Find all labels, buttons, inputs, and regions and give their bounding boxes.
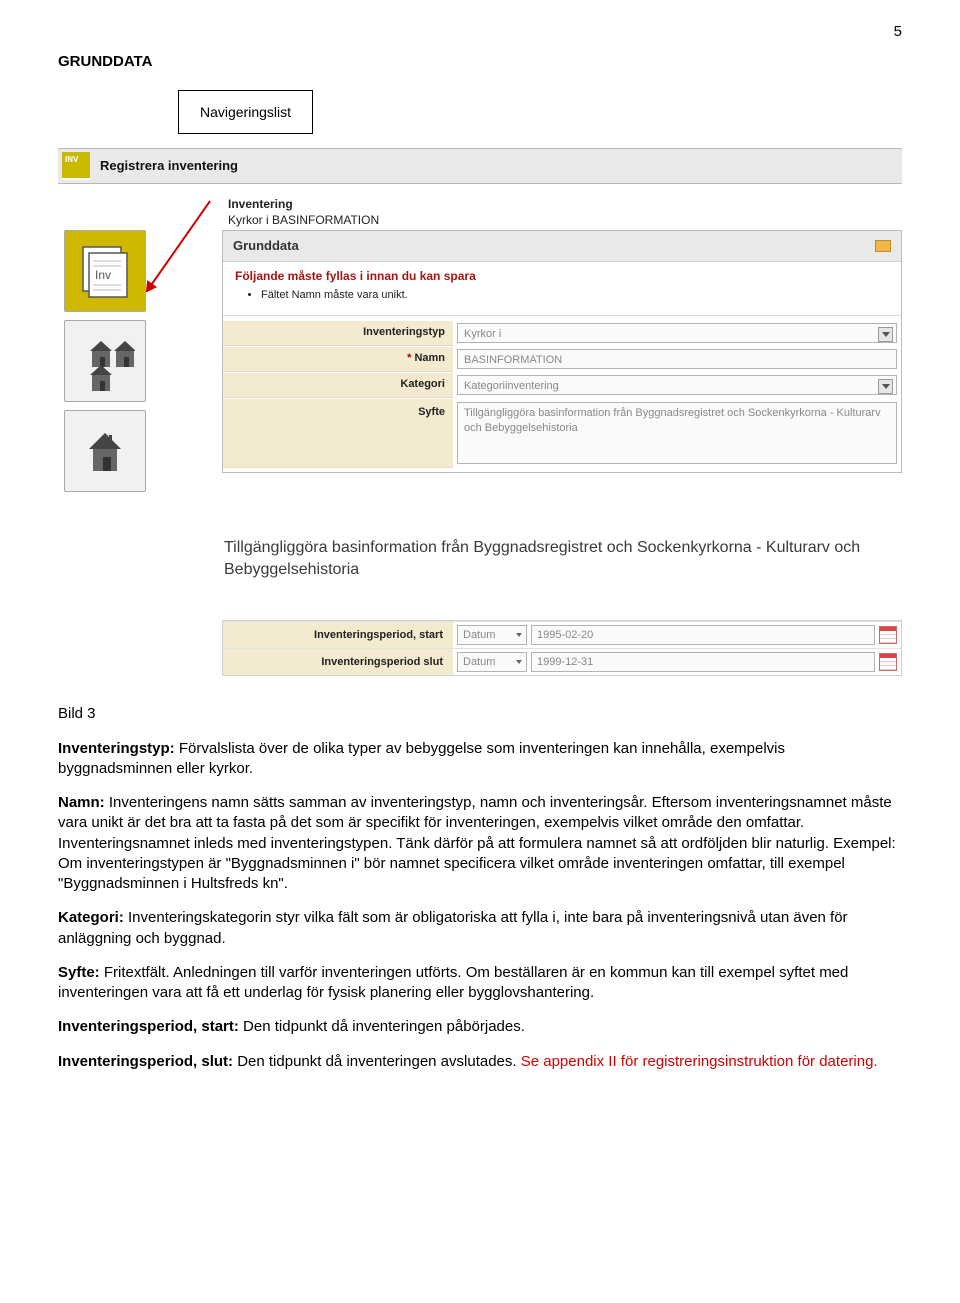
para-syfte: Syfte: Fritextfält. Anledningen till var…	[58, 963, 902, 1004]
text-slut: Den tidpunkt då inventeringen avslutades…	[233, 1053, 521, 1070]
input-slut-date[interactable]: 1999-12-31	[531, 652, 875, 672]
page-number: 5	[894, 22, 902, 42]
validation-warning-title: Följande måste fyllas i innan du kan spa…	[235, 268, 889, 284]
date-block: Inventeringsperiod, start Datum 1995-02-…	[222, 620, 902, 676]
caption-bild: Bild 3	[58, 704, 902, 724]
panel-heading-row: Grunddata	[223, 231, 901, 262]
svg-text:Inv: Inv	[95, 268, 111, 282]
panel-heading: Grunddata	[233, 237, 299, 255]
text-kategori: Inventeringskategorin styr vilka fält so…	[58, 909, 848, 946]
para-slut: Inventeringsperiod, slut: Den tidpunkt d…	[58, 1052, 902, 1072]
required-marker: *	[407, 351, 411, 366]
text-slut-red: Se appendix II för registreringsinstrukt…	[521, 1053, 878, 1070]
input-start-date[interactable]: 1995-02-20	[531, 625, 875, 645]
select-kategori[interactable]: Kategoriinventering	[457, 375, 897, 395]
lead-kategori: Kategori:	[58, 909, 124, 926]
body-text: Bild 3 Inventeringstyp: Förvalslista öve…	[58, 704, 902, 1072]
callout-arrow	[146, 201, 211, 292]
house-icon	[75, 421, 135, 481]
inv-badge-icon: INV	[62, 152, 90, 180]
select-inventeringstyp[interactable]: Kyrkor i	[457, 323, 897, 343]
window-titlebar: INV Registrera inventering	[58, 148, 902, 184]
sidebar-item-house-single[interactable]	[64, 410, 146, 492]
label-period-start: Inventeringsperiod, start	[223, 622, 453, 648]
sidebar-icon-rail: Inv	[64, 230, 146, 492]
section-title: GRUNDDATA	[58, 52, 902, 72]
label-namn: * Namn	[223, 346, 453, 372]
lead-start: Inventeringsperiod, start:	[58, 1018, 239, 1035]
label-period-slut: Inventeringsperiod slut	[223, 649, 453, 675]
label-syfte: Syfte	[223, 398, 453, 468]
text-namn: Inventeringens namn sätts samman av inve…	[58, 794, 896, 892]
collapse-button[interactable]	[875, 240, 891, 252]
inventering-subtitle: Kyrkor i BASINFORMATION	[228, 212, 379, 228]
label-kategori: Kategori	[223, 372, 453, 398]
input-namn[interactable]: BASINFORMATION	[457, 349, 897, 369]
document-stack-icon: Inv	[75, 241, 135, 301]
text-syfte: Fritextfält. Anledningen till varför inv…	[58, 964, 848, 1001]
sidebar-item-houses-multi[interactable]	[64, 320, 146, 402]
calendar-icon[interactable]	[879, 653, 897, 671]
para-namn: Namn: Inventeringens namn sätts samman a…	[58, 793, 902, 894]
select-start-mode[interactable]: Datum	[457, 625, 527, 645]
lead-namn: Namn:	[58, 794, 105, 811]
grunddata-panel: Grunddata Följande måste fyllas i innan …	[222, 230, 902, 473]
screenshot-region: Navigeringslist INV Registrera inventeri…	[58, 90, 902, 690]
para-kategori: Kategori: Inventeringskategorin styr vil…	[58, 908, 902, 949]
para-start: Inventeringsperiod, start: Den tidpunkt …	[58, 1017, 902, 1037]
syfte-zoom-text: Tillgängliggöra basinformation från Bygg…	[222, 530, 902, 584]
lead-slut: Inventeringsperiod, slut:	[58, 1053, 233, 1070]
sidebar-item-inventering[interactable]: Inv	[64, 230, 146, 312]
lead-inventeringstyp: Inventeringstyp:	[58, 740, 175, 757]
label-inventeringstyp: Inventeringstyp	[223, 320, 453, 346]
window-title: Registrera inventering	[100, 157, 238, 175]
inventering-heading: Inventering Kyrkor i BASINFORMATION	[228, 196, 379, 228]
text-start: Den tidpunkt då inventeringen påbörjades…	[239, 1018, 525, 1035]
lead-syfte: Syfte:	[58, 964, 100, 981]
select-slut-mode[interactable]: Datum	[457, 652, 527, 672]
form-rows: Inventeringstyp Kyrkor i * Namn BASINFOR…	[223, 316, 901, 472]
inventering-title: Inventering	[228, 196, 379, 212]
textarea-syfte[interactable]: Tillgängliggöra basinformation från Bygg…	[457, 402, 897, 464]
validation-warning: Följande måste fyllas i innan du kan spa…	[223, 262, 901, 316]
label-namn-text: Namn	[414, 351, 445, 366]
callout-navigeringslist: Navigeringslist	[178, 90, 313, 134]
validation-warning-item: Fältet Namn måste vara unikt.	[261, 288, 889, 303]
houses-icon	[75, 331, 135, 391]
para-inventeringstyp: Inventeringstyp: Förvalslista över de ol…	[58, 739, 902, 780]
calendar-icon[interactable]	[879, 626, 897, 644]
